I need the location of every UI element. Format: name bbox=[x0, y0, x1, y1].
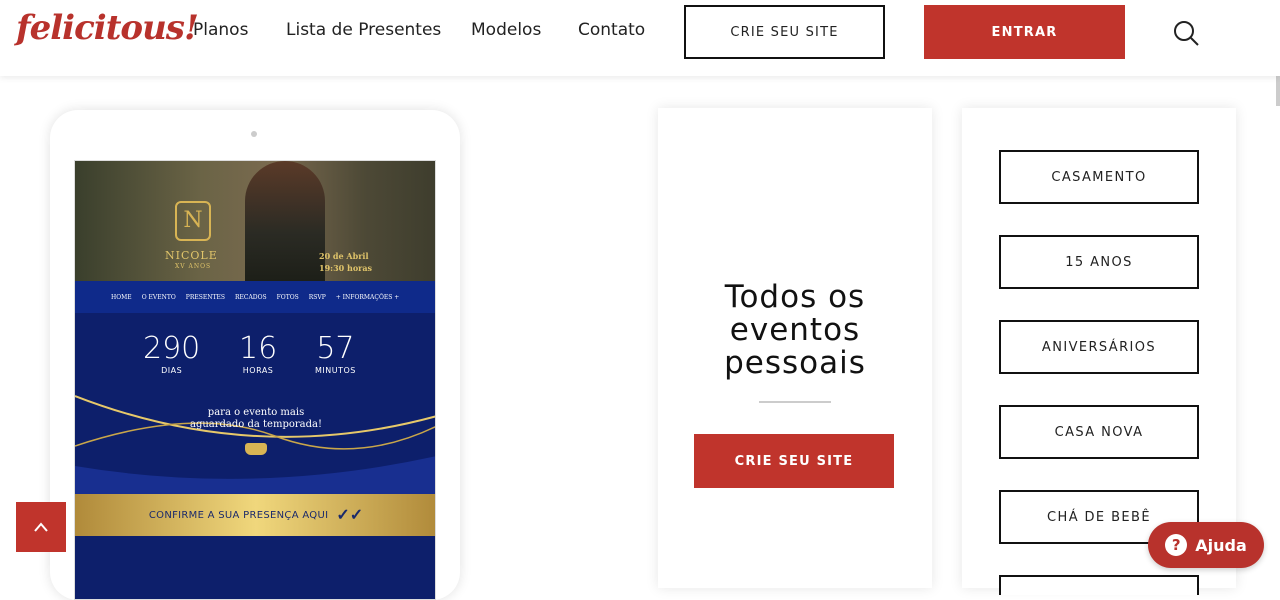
countdown-minutes: 57 MINUTOS bbox=[315, 331, 356, 375]
site-header: felicitous! Planos Lista de Presentes Mo… bbox=[0, 0, 1280, 76]
category-next-button[interactable] bbox=[999, 575, 1199, 595]
tablet-mockup: N NICOLE XV ANOS 20 de Abril 19:30 horas… bbox=[50, 110, 460, 600]
category-aniversarios-button[interactable]: ANIVERSÁRIOS bbox=[999, 320, 1199, 374]
preview-hero-name: NICOLE bbox=[165, 249, 218, 262]
template-preview-screen: N NICOLE XV ANOS 20 de Abril 19:30 horas… bbox=[74, 160, 436, 600]
double-check-icon: ✓✓ bbox=[336, 507, 364, 524]
countdown-label: DIAS bbox=[161, 366, 183, 375]
preview-nav-item: O EVENTO bbox=[141, 293, 176, 301]
countdown-value: 290 bbox=[143, 331, 201, 366]
preview-hero-person bbox=[245, 161, 325, 281]
preview-hero-date: 20 de Abril bbox=[319, 251, 369, 261]
preview-hero-subtitle: XV ANOS bbox=[175, 263, 212, 270]
page-scrollbar[interactable] bbox=[1276, 76, 1280, 106]
tagline-line-2: aguardado da temporada! bbox=[189, 419, 323, 430]
preview-nav-item: RSVP bbox=[308, 293, 326, 301]
preview-nav-item: PRESENTES bbox=[185, 293, 225, 301]
tablet-camera bbox=[251, 131, 257, 137]
preview-nav-item: RECADOS bbox=[234, 293, 267, 301]
preview-hero-image: N NICOLE XV ANOS 20 de Abril 19:30 horas bbox=[75, 161, 435, 281]
tagline-line-1: para o evento mais bbox=[207, 407, 305, 418]
card-title-line-3: pessoais bbox=[724, 345, 866, 381]
countdown-value: 16 bbox=[239, 331, 278, 366]
countdown-value: 57 bbox=[316, 331, 355, 366]
countdown-days: 290 DIAS bbox=[143, 331, 200, 375]
crown-icon bbox=[245, 443, 267, 455]
monogram-crest-icon: N bbox=[175, 201, 211, 241]
personal-events-card: Todos os eventos pessoais CRIE SEU SITE bbox=[658, 108, 932, 588]
help-label: Ajuda bbox=[1195, 535, 1247, 555]
countdown-label: MINUTOS bbox=[315, 366, 356, 375]
preview-hero-time: 19:30 horas bbox=[319, 263, 373, 273]
category-casamento-button[interactable]: CASAMENTO bbox=[999, 150, 1199, 204]
preview-nav-item: + INFORMAÇÕES + bbox=[335, 293, 400, 301]
header-create-site-button[interactable]: CRIE SEU SITE bbox=[684, 5, 885, 59]
category-15-anos-button[interactable]: 15 ANOS bbox=[999, 235, 1199, 289]
preview-nav: HOME O EVENTO PRESENTES RECADOS FOTOS RS… bbox=[75, 281, 435, 313]
chevron-up-icon bbox=[34, 522, 48, 532]
preview-rsvp-banner: CONFIRME A SUA PRESENÇA AQUI ✓✓ bbox=[75, 494, 435, 536]
search-icon[interactable] bbox=[1172, 19, 1200, 47]
preview-tagline: para o evento mais aguardado da temporad… bbox=[75, 407, 435, 431]
nav-modelos[interactable]: Modelos bbox=[471, 20, 541, 40]
nav-lista-de-presentes[interactable]: Lista de Presentes bbox=[286, 20, 441, 40]
event-categories-card: CASAMENTO 15 ANOS ANIVERSÁRIOS CASA NOVA… bbox=[962, 108, 1236, 595]
logo[interactable]: felicitous! bbox=[16, 8, 199, 48]
gold-swoosh-decoration bbox=[75, 395, 435, 496]
nav-contato[interactable]: Contato bbox=[578, 20, 645, 40]
countdown-label: HORAS bbox=[242, 366, 274, 375]
card-title-line-1: Todos os bbox=[724, 279, 866, 315]
card-title-line-2: eventos bbox=[729, 312, 861, 348]
scroll-to-top-button[interactable] bbox=[16, 502, 66, 552]
preview-nav-item: FOTOS bbox=[276, 293, 299, 301]
login-button[interactable]: ENTRAR bbox=[924, 5, 1125, 59]
preview-nav-item: HOME bbox=[111, 293, 132, 301]
card-create-site-button[interactable]: CRIE SEU SITE bbox=[694, 434, 894, 488]
question-icon: ? bbox=[1165, 534, 1188, 556]
card-divider bbox=[759, 401, 831, 403]
rsvp-text: CONFIRME A SUA PRESENÇA AQUI bbox=[148, 509, 329, 521]
countdown-hours: 16 HORAS bbox=[239, 331, 277, 375]
nav-planos[interactable]: Planos bbox=[193, 20, 248, 40]
help-button[interactable]: ? Ajuda bbox=[1148, 522, 1264, 568]
category-casa-nova-button[interactable]: CASA NOVA bbox=[999, 405, 1199, 459]
